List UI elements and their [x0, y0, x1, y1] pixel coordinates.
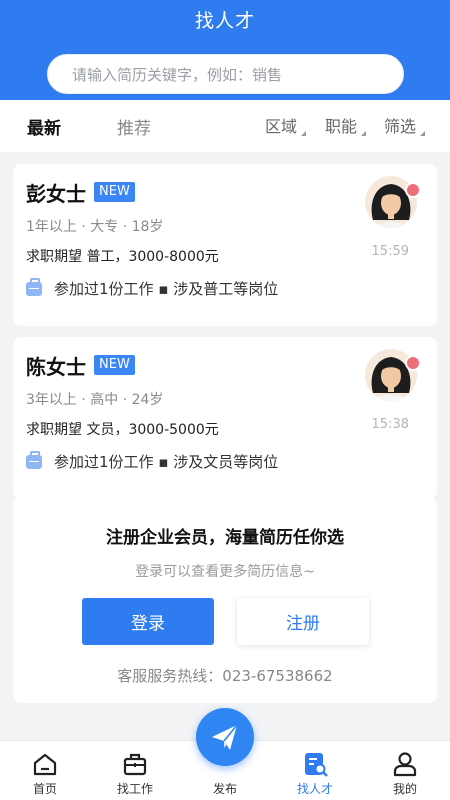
dropdown-triangle-icon: [361, 131, 367, 136]
message-badge-icon: [405, 355, 421, 371]
user-icon: [393, 752, 417, 777]
resume-search-icon: [305, 753, 328, 777]
job-expectation: 求职期望 文员，3000-5000元: [26, 422, 219, 438]
experience-text: 参加过1份工作 ▪ 涉及文员等岗位: [54, 453, 279, 471]
candidate-name: 陈女士: [26, 355, 86, 379]
candidate-card[interactable]: 陈女士 NEW 3年以上 · 高中 · 24岁 求职期望 文员，3000-500…: [13, 337, 437, 499]
candidate-name: 彭女士: [26, 182, 86, 206]
promo-subtitle: 登录可以查看更多简历信息~: [135, 564, 315, 580]
service-hotline: 客服服务热线：023-67538662: [117, 667, 333, 685]
briefcase-icon: [26, 450, 42, 469]
filter-region-label: 区域: [265, 117, 298, 136]
publish-fab[interactable]: [196, 708, 254, 766]
register-button[interactable]: 注册: [237, 598, 369, 645]
search-placeholder: 请输入简历关键字，例如：销售: [72, 65, 283, 84]
login-button[interactable]: 登录: [82, 598, 214, 645]
briefcase-icon: [26, 277, 42, 296]
candidate-meta: 3年以上 · 高中 · 24岁: [26, 392, 164, 408]
top-header: 找人才 请输入简历关键字，例如：销售: [0, 0, 450, 100]
filter-more[interactable]: 筛选: [384, 113, 426, 137]
experience-text: 参加过1份工作 ▪ 涉及普工等岗位: [54, 280, 279, 298]
experience-row: 参加过1份工作 ▪ 涉及文员等岗位: [26, 450, 279, 472]
filter-region[interactable]: 区域: [265, 113, 307, 137]
experience-row: 参加过1份工作 ▪ 涉及普工等岗位: [26, 277, 279, 299]
promo-title: 注册企业会员，海量简历任你选: [106, 528, 344, 548]
page-title: 找人才: [194, 10, 255, 32]
nav-home-label: 首页: [32, 782, 57, 796]
filter-function[interactable]: 职能: [325, 113, 367, 137]
nav-mine[interactable]: 我的: [370, 741, 440, 800]
update-time: 15:38: [371, 417, 409, 432]
tab-bar: 最新 推荐 区域 职能 筛选: [0, 100, 450, 152]
briefcase-icon: [123, 753, 147, 776]
candidate-meta: 1年以上 · 大专 · 18岁: [26, 219, 164, 235]
nav-find-talent[interactable]: 找人才: [280, 741, 350, 800]
login-promo-panel: 注册企业会员，海量简历任你选 登录可以查看更多简历信息~ 登录 注册 客服服务热…: [13, 497, 437, 703]
dropdown-triangle-icon: [301, 131, 307, 136]
home-icon: [33, 753, 57, 776]
nav-find-job[interactable]: 找工作: [100, 741, 170, 800]
nav-publish-label: 发布: [212, 782, 237, 796]
message-badge-icon: [405, 182, 421, 198]
dropdown-triangle-icon: [420, 131, 426, 136]
filter-more-label: 筛选: [384, 117, 417, 136]
paper-plane-icon: [212, 724, 238, 750]
candidate-card[interactable]: 彭女士 NEW 1年以上 · 大专 · 18岁 求职期望 普工，3000-800…: [13, 164, 437, 326]
job-expectation: 求职期望 普工，3000-8000元: [26, 249, 219, 265]
search-input[interactable]: 请输入简历关键字，例如：销售: [47, 54, 404, 94]
nav-home[interactable]: 首页: [10, 741, 80, 800]
nav-mine-label: 我的: [392, 782, 417, 796]
new-badge: NEW: [94, 355, 135, 375]
update-time: 15:59: [371, 244, 409, 259]
tab-recommended[interactable]: 推荐: [117, 114, 151, 139]
nav-find-job-label: 找工作: [116, 782, 153, 796]
new-badge: NEW: [94, 182, 135, 202]
nav-find-talent-label: 找人才: [296, 782, 333, 796]
tab-latest[interactable]: 最新: [27, 114, 61, 139]
filter-function-label: 职能: [325, 117, 358, 136]
